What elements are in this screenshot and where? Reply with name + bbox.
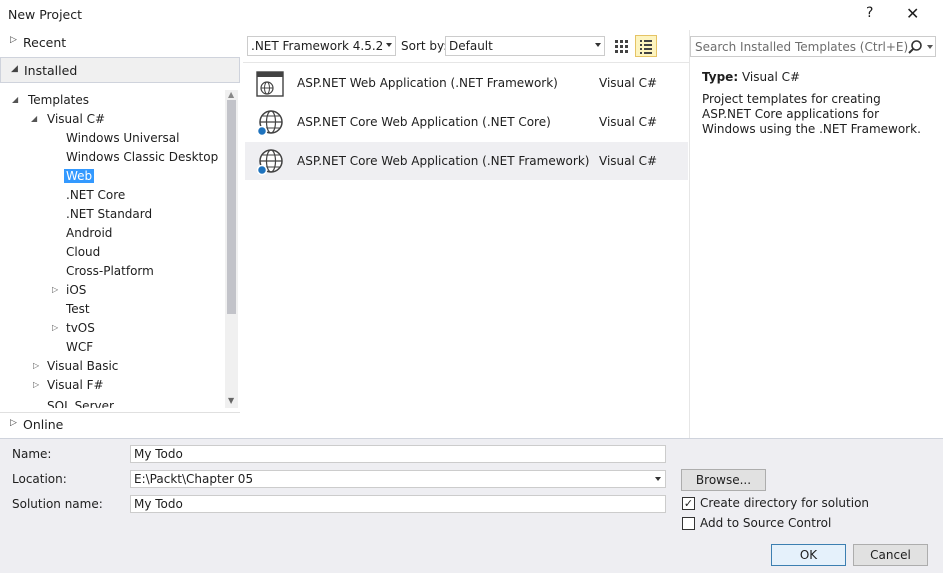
expand-arrow-icon[interactable]: ▷ <box>52 285 58 294</box>
tree-item-label: Web <box>64 169 95 183</box>
location-field[interactable]: E:\Packt\Chapter 05 <box>130 470 666 488</box>
template-name: ASP.NET Core Web Application (.NET Frame… <box>297 154 590 168</box>
type-value: Visual C# <box>741 70 801 84</box>
collapse-arrow-icon: ◢ <box>11 64 18 74</box>
solution-name-field[interactable]: My Todo <box>130 495 666 513</box>
web-app-icon <box>256 71 284 97</box>
section-recent[interactable]: ▷ Recent <box>0 31 240 55</box>
tree-item-label: Windows Universal <box>66 131 180 145</box>
tree-item-label: Windows Classic Desktop <box>66 150 219 164</box>
sort-by-label: Sort by: <box>401 39 448 53</box>
template-tree: ◢ Templates ◢ Visual C# Windows Universa… <box>0 90 225 408</box>
expand-arrow-icon[interactable]: ▷ <box>33 380 39 389</box>
template-language: Visual C# <box>599 154 658 168</box>
list-view-button[interactable] <box>635 35 657 57</box>
scroll-up-icon[interactable]: ▲ <box>228 90 234 99</box>
project-form: Name: My Todo Location: E:\Packt\Chapter… <box>0 438 943 573</box>
tree-item-label: Templates <box>28 93 90 107</box>
section-online-label: Online <box>23 417 64 432</box>
tree-item-label: SQL Server <box>47 399 114 408</box>
tree-scrollbar[interactable]: ▲ ▼ <box>225 90 238 408</box>
cancel-button[interactable]: Cancel <box>853 544 928 566</box>
browse-button[interactable]: Browse... <box>681 469 766 491</box>
location-label: Location: <box>12 472 67 486</box>
globe-icon <box>256 110 283 137</box>
category-pane: ▷ Recent ◢ Installed ◢ Templates ◢ Visua… <box>0 30 243 438</box>
source-control-checkbox[interactable] <box>682 517 695 530</box>
tree-item-label: WCF <box>66 340 94 354</box>
template-name: ASP.NET Core Web Application (.NET Core) <box>297 115 551 129</box>
sort-select[interactable]: Default <box>445 36 605 56</box>
title-bar: New Project ? ✕ <box>0 0 943 30</box>
details-pane: Search Installed Templates (Ctrl+E) Type… <box>689 30 943 438</box>
tree-item-label: Test <box>66 302 90 316</box>
type-label: Type: <box>702 70 739 84</box>
name-field[interactable]: My Todo <box>130 445 666 463</box>
name-label: Name: <box>12 447 52 461</box>
solution-name-label: Solution name: <box>12 497 103 511</box>
scroll-down-icon[interactable]: ▼ <box>228 396 234 405</box>
create-directory-label: Create directory for solution <box>700 496 870 510</box>
scroll-thumb[interactable] <box>227 100 236 314</box>
template-name: ASP.NET Web Application (.NET Framework) <box>297 76 558 90</box>
template-type: Type: Visual C# <box>702 70 800 84</box>
section-recent-label: Recent <box>23 35 67 50</box>
collapse-arrow-icon[interactable]: ◢ <box>31 114 37 123</box>
tree-item-label: iOS <box>66 283 87 297</box>
tree-item-label: .NET Core <box>66 188 126 202</box>
create-directory-checkbox[interactable]: ✓ <box>682 497 695 510</box>
source-control-label: Add to Source Control <box>700 516 832 530</box>
list-view-icon <box>640 40 652 54</box>
sort-select-value: Default <box>449 39 493 53</box>
list-item[interactable]: ASP.NET Web Application (.NET Framework)… <box>245 64 688 102</box>
expand-arrow-icon: ▷ <box>10 418 17 428</box>
list-item[interactable]: ASP.NET Core Web Application (.NET Frame… <box>245 142 688 180</box>
expand-arrow-icon: ▷ <box>10 35 17 45</box>
help-button[interactable]: ? <box>866 5 873 21</box>
list-item[interactable]: ASP.NET Core Web Application (.NET Core)… <box>245 103 688 141</box>
search-placeholder: Search Installed Templates (Ctrl+E) <box>695 40 909 54</box>
section-installed-label: Installed <box>24 63 78 78</box>
window-title: New Project <box>8 7 83 22</box>
tree-item-label: .NET Standard <box>66 207 153 221</box>
template-description: Project templates for creating ASP.NET C… <box>702 92 921 136</box>
framework-select[interactable]: .NET Framework 4.5.2 <box>247 36 396 56</box>
location-field-value: E:\Packt\Chapter 05 <box>134 472 254 486</box>
expand-arrow-icon[interactable]: ▷ <box>33 361 39 370</box>
template-language: Visual C# <box>599 115 658 129</box>
name-field-value: My Todo <box>134 447 183 461</box>
tree-item-label: Visual Basic <box>47 359 119 373</box>
framework-select-value: .NET Framework 4.5.2 <box>251 39 384 53</box>
expand-arrow-icon[interactable]: ▷ <box>52 323 58 332</box>
search-input[interactable]: Search Installed Templates (Ctrl+E) <box>690 36 936 57</box>
tree-item-label: Cross-Platform <box>66 264 154 278</box>
search-icon[interactable] <box>907 39 923 55</box>
chevron-down-icon[interactable] <box>927 45 933 49</box>
section-installed[interactable]: ◢ Installed <box>0 57 240 83</box>
tree-item-label: tvOS <box>66 321 95 335</box>
tree-item-label: Android <box>66 226 113 240</box>
solution-name-value: My Todo <box>134 497 183 511</box>
close-button[interactable]: ✕ <box>906 4 919 23</box>
chevron-down-icon[interactable] <box>655 477 661 481</box>
grid-view-icon <box>615 40 628 53</box>
chevron-down-icon <box>595 43 601 47</box>
tree-item-label: Visual F# <box>47 378 104 392</box>
collapse-arrow-icon[interactable]: ◢ <box>12 95 18 104</box>
section-online[interactable]: ▷ Online <box>0 412 240 436</box>
template-language: Visual C# <box>599 76 658 90</box>
ok-button[interactable]: OK <box>771 544 846 566</box>
tree-item-label: Cloud <box>66 245 101 259</box>
template-toolbar: .NET Framework 4.5.2 Sort by: Default <box>243 30 689 62</box>
globe-icon <box>256 149 283 176</box>
grid-view-button[interactable] <box>610 35 632 57</box>
chevron-down-icon <box>386 43 392 47</box>
tree-item-label: Visual C# <box>47 112 106 126</box>
template-list: ASP.NET Web Application (.NET Framework)… <box>243 62 689 438</box>
